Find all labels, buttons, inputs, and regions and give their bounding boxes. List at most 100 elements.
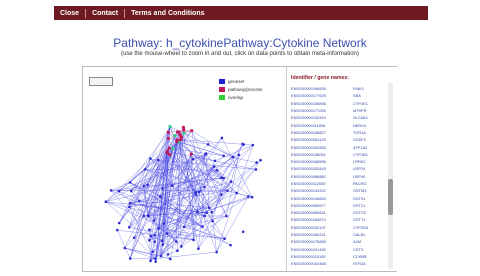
gene-name[interactable]: GSTM3 bbox=[353, 188, 366, 193]
identifier-row[interactable]: ENSG00000108827TOR1A bbox=[291, 129, 386, 136]
identifier-row[interactable]: ENSG00000134202GSTM3 bbox=[291, 187, 386, 194]
gene-name[interactable]: CALB1 bbox=[353, 232, 365, 237]
identifier-code[interactable]: ENSG00000111658 bbox=[291, 123, 353, 128]
gene-node[interactable] bbox=[255, 168, 258, 171]
identifier-row[interactable]: ENSG00000108846CYP2E1 bbox=[291, 100, 386, 107]
gene-name[interactable]: GSTO2 bbox=[353, 210, 366, 215]
gene-node[interactable] bbox=[146, 184, 149, 187]
gene-node[interactable] bbox=[180, 245, 183, 248]
pathway-node[interactable] bbox=[167, 131, 170, 134]
gene-node[interactable] bbox=[211, 220, 214, 223]
identifier-code[interactable]: ENSG00000068882 bbox=[291, 174, 353, 179]
gene-node[interactable] bbox=[128, 226, 131, 229]
gene-node[interactable] bbox=[215, 251, 218, 254]
gene-node[interactable] bbox=[192, 239, 195, 242]
identifier-code[interactable]: ENSG00000101439 bbox=[291, 247, 353, 252]
identifier-row[interactable]: ENSG00000184674GSTT1 bbox=[291, 216, 386, 223]
gene-node[interactable] bbox=[143, 215, 146, 218]
gene-node[interactable] bbox=[183, 225, 186, 228]
gene-node[interactable] bbox=[204, 153, 207, 156]
gene-node[interactable] bbox=[220, 177, 223, 180]
gene-node[interactable] bbox=[159, 195, 162, 198]
gene-node[interactable] bbox=[147, 214, 150, 217]
identifier-code[interactable]: ENSG00000065577 bbox=[291, 203, 353, 208]
gene-name[interactable]: GST21 bbox=[353, 203, 365, 208]
gene-node[interactable] bbox=[235, 192, 238, 195]
gene-name[interactable]: GSTT1 bbox=[353, 217, 366, 222]
gene-node[interactable] bbox=[153, 219, 156, 222]
identifier-code[interactable]: ENSG00000148834 bbox=[291, 196, 353, 201]
gene-node[interactable] bbox=[118, 222, 121, 225]
identifier-row[interactable]: ENSG00000177629SBA bbox=[291, 92, 386, 99]
scrollbar-thumb[interactable] bbox=[388, 179, 393, 215]
identifier-code[interactable]: ENSG00000166839 bbox=[291, 86, 353, 91]
gene-node[interactable] bbox=[213, 165, 216, 168]
nav-close-link[interactable]: Close bbox=[54, 10, 85, 17]
nav-contact-link[interactable]: Contact bbox=[86, 10, 124, 17]
gene-node[interactable] bbox=[192, 158, 195, 161]
gene-node[interactable] bbox=[149, 260, 152, 263]
identifier-code[interactable]: ENSG00000177629 bbox=[291, 93, 353, 98]
gene-name[interactable]: MTHFR bbox=[353, 108, 367, 113]
identifier-row[interactable]: ENSG00000100197CYP2D6 bbox=[291, 224, 386, 231]
identifier-scrollbar[interactable] bbox=[388, 83, 393, 269]
identifier-code[interactable]: ENSG00000138061 bbox=[291, 152, 353, 157]
gene-node[interactable] bbox=[133, 236, 136, 239]
gene-node[interactable] bbox=[210, 211, 213, 214]
identifier-code[interactable]: ENSG00000168596 bbox=[291, 159, 353, 164]
identifier-row[interactable]: ENSG00000115165CCKBR bbox=[291, 253, 386, 260]
gene-node[interactable] bbox=[157, 159, 160, 162]
identifier-row[interactable]: ENSG00000148834GST01 bbox=[291, 194, 386, 201]
identifier-row[interactable]: ENSG00000065621GSTO2 bbox=[291, 209, 386, 216]
gene-node[interactable] bbox=[171, 184, 174, 187]
gene-node[interactable] bbox=[148, 228, 151, 231]
identifier-row[interactable]: ENSG00000101439CST3 bbox=[291, 246, 386, 253]
reset-zoom-button[interactable] bbox=[89, 77, 113, 86]
gene-node[interactable] bbox=[205, 212, 208, 215]
identifier-code[interactable]: ENSG00000108846 bbox=[291, 101, 353, 106]
identifier-row[interactable]: ENSG00000054129GSDF2 bbox=[291, 136, 386, 143]
identifier-code[interactable]: ENSG00000054129 bbox=[291, 137, 353, 142]
pathway-node[interactable] bbox=[176, 130, 179, 133]
gene-name[interactable]: USP40 bbox=[353, 174, 365, 179]
gene-node[interactable] bbox=[152, 250, 155, 253]
gene-node[interactable] bbox=[161, 243, 164, 246]
identifier-row[interactable]: ENSG00000142319SLC6A3 bbox=[291, 114, 386, 121]
gene-name[interactable]: USP24 bbox=[353, 166, 365, 171]
gene-node[interactable] bbox=[252, 144, 255, 147]
gene-node[interactable] bbox=[162, 222, 165, 225]
gene-node[interactable] bbox=[216, 169, 219, 172]
gene-node[interactable] bbox=[118, 190, 121, 193]
gene-node[interactable] bbox=[232, 156, 235, 159]
gene-name[interactable]: A2M bbox=[353, 239, 361, 244]
gene-node[interactable] bbox=[208, 206, 211, 209]
gene-node[interactable] bbox=[222, 177, 225, 180]
gene-node[interactable] bbox=[161, 239, 164, 242]
gene-node[interactable] bbox=[153, 234, 156, 237]
gene-node[interactable] bbox=[201, 225, 204, 228]
gene-node[interactable] bbox=[105, 200, 108, 203]
gene-node[interactable] bbox=[221, 137, 224, 140]
pathway-node[interactable] bbox=[171, 147, 174, 150]
gene-node[interactable] bbox=[161, 187, 164, 190]
identifier-code[interactable]: ENSG00000175899 bbox=[291, 239, 353, 244]
gene-node[interactable] bbox=[198, 190, 201, 193]
gene-name[interactable]: TOR1A bbox=[353, 130, 366, 135]
pathway-node[interactable] bbox=[179, 133, 182, 136]
pathway-node[interactable] bbox=[168, 125, 171, 128]
pathway-node[interactable] bbox=[166, 151, 169, 154]
gene-name[interactable]: ATP1A2 bbox=[353, 145, 367, 150]
gene-name[interactable]: CYP2E1 bbox=[353, 101, 368, 106]
identifier-row[interactable]: ENSG00000177000MTHFR bbox=[291, 107, 386, 114]
identifier-row[interactable]: ENSG00000175899A2M bbox=[291, 238, 386, 245]
gene-node[interactable] bbox=[251, 196, 254, 199]
gene-name[interactable]: GSDF2 bbox=[353, 137, 366, 142]
gene-node[interactable] bbox=[222, 154, 225, 157]
identifier-row[interactable]: ENSG00000160563ATP1A2 bbox=[291, 143, 386, 150]
gene-node[interactable] bbox=[242, 143, 245, 146]
gene-node[interactable] bbox=[167, 253, 170, 256]
gene-node[interactable] bbox=[160, 255, 163, 258]
identifier-row[interactable]: ENSG00000112530PACRG bbox=[291, 180, 386, 187]
gene-node[interactable] bbox=[148, 239, 151, 242]
gene-node[interactable] bbox=[226, 189, 229, 192]
